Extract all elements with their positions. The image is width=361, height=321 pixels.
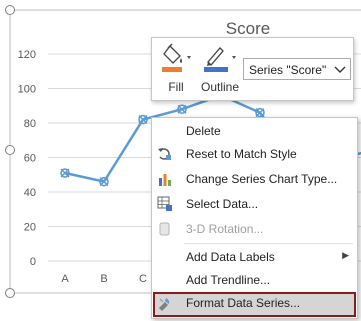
x-tick-label: A xyxy=(61,273,69,285)
menu-separator xyxy=(184,243,353,244)
x-tick-label: C xyxy=(139,273,147,285)
pencil-outline-icon xyxy=(204,47,236,72)
menu-item-add-trendline[interactable]: Add Trendline... xyxy=(152,269,357,291)
resize-handle-middle-left[interactable] xyxy=(5,145,15,155)
y-tick-label: 40 xyxy=(24,187,36,199)
menu-item-label: Change Series Chart Type... xyxy=(186,172,338,186)
chevron-down-icon xyxy=(334,66,346,73)
menu-item-label: 3-D Rotation... xyxy=(186,222,264,236)
menu-item-label: Reset to Match Style xyxy=(186,147,297,161)
menu-item-select-data[interactable]: Select Data... xyxy=(152,193,357,215)
menu-item-label: Add Data Labels xyxy=(186,250,275,264)
outline-label: Outline xyxy=(200,80,240,94)
format-series-icon xyxy=(159,298,170,311)
submenu-arrow-icon: ▶ xyxy=(342,250,349,260)
series-select-value: Series "Score" xyxy=(249,63,327,77)
x-tick-label: B xyxy=(100,273,107,285)
fill-button[interactable]: Fill xyxy=(156,42,196,98)
y-tick-label: 120 xyxy=(18,49,36,61)
menu-item-reset-style[interactable]: Reset to Match Style xyxy=(152,143,357,165)
menu-item-format-data-series[interactable]: Format Data Series... xyxy=(153,292,356,317)
menu-item-label: Delete xyxy=(186,124,221,138)
menu-item-change-chart-type[interactable]: Change Series Chart Type... xyxy=(152,168,357,190)
series-context-menu: Delete Reset to Match Style Change Serie… xyxy=(151,117,358,319)
outline-button[interactable]: Outline xyxy=(198,42,242,98)
rotation-3d-icon xyxy=(159,222,170,236)
paint-bucket-icon xyxy=(162,43,191,72)
reset-style-icon xyxy=(158,148,171,160)
y-tick-label: 80 xyxy=(24,118,36,130)
resize-handle-bottom-left[interactable] xyxy=(5,288,15,298)
outline-color-swatch xyxy=(204,67,228,72)
series-select-dropdown[interactable]: Series "Score" xyxy=(243,58,351,80)
resize-handle-top-left[interactable] xyxy=(5,5,15,15)
fill-color-swatch xyxy=(162,67,182,72)
menu-item-delete[interactable]: Delete xyxy=(152,120,357,142)
format-mini-toolbar: Fill Outline Series "Score" xyxy=(151,37,354,101)
menu-item-label: Format Data Series... xyxy=(186,296,301,310)
y-tick-label: 20 xyxy=(24,222,36,234)
chart-type-icon xyxy=(159,174,171,186)
menu-item-label: Add Trendline... xyxy=(186,273,271,287)
menu-item-3d-rotation[interactable]: 3-D Rotation... xyxy=(152,218,357,240)
select-data-icon xyxy=(157,196,172,211)
y-tick-label: 0 xyxy=(30,256,36,268)
y-tick-label: 60 xyxy=(24,153,36,165)
fill-label: Fill xyxy=(168,80,184,94)
y-tick-label: 100 xyxy=(18,84,36,96)
chart-title: Score xyxy=(226,19,270,38)
menu-item-label: Select Data... xyxy=(186,197,259,211)
menu-item-add-data-labels[interactable]: Add Data Labels ▶ xyxy=(152,246,357,268)
